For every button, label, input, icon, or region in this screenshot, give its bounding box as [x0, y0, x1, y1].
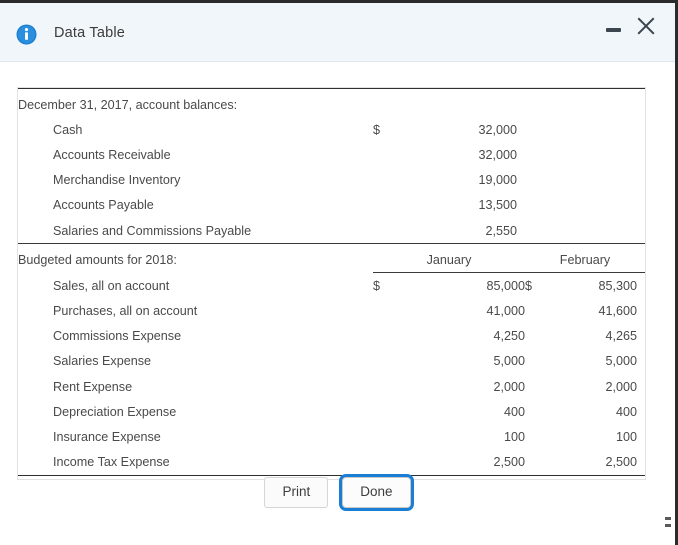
dialog-title: Data Table [54, 25, 126, 41]
row-value: 32,000 [478, 147, 517, 162]
row-value: 13,500 [478, 198, 517, 213]
row-value-feb: 85,300 [598, 278, 637, 293]
table-row: Depreciation Expense 400 400 [18, 399, 645, 424]
table-row: Commissions Expense 4,250 4,265 [18, 324, 645, 349]
row-value-feb: 41,600 [598, 304, 637, 319]
table-row: Accounts Payable 13,500 [18, 193, 645, 218]
row-label: Commissions Expense [53, 329, 182, 344]
row-value-jan: 41,000 [486, 304, 525, 319]
scrollbar-marker[interactable] [665, 517, 671, 531]
row-value-feb: 2,000 [605, 379, 637, 394]
row-label: Accounts Receivable [53, 147, 171, 162]
table-row: Accounts Receivable 32,000 [18, 142, 645, 167]
table-row: Merchandise Inventory 19,000 [18, 168, 645, 193]
row-currency-jan: $ [373, 278, 381, 293]
account-data-table: December 31, 2017, account balances: Cas… [18, 88, 645, 479]
table-row: Purchases, all on account 41,000 41,600 [18, 299, 645, 324]
row-currency-jan [373, 299, 407, 324]
row-currency-feb [525, 324, 551, 349]
row-currency [373, 218, 407, 244]
row-currency-feb [525, 299, 551, 324]
row-currency-jan [373, 349, 407, 374]
section-heading-row: December 31, 2017, account balances: [18, 92, 645, 117]
table-row: Income Tax Expense 2,500 2,500 [18, 450, 645, 476]
row-currency-feb [525, 349, 551, 374]
row-value-feb: 400 [615, 404, 637, 419]
row-currency-feb [525, 374, 551, 399]
row-value-feb: 4,265 [605, 329, 637, 344]
row-label: Insurance Expense [53, 430, 161, 445]
data-table-container: December 31, 2017, account balances: Cas… [17, 87, 646, 480]
row-currency-feb: $ [525, 278, 533, 293]
done-button[interactable]: Done [342, 477, 411, 508]
row-value-jan: 2,500 [493, 455, 525, 470]
row-currency-feb [525, 424, 551, 449]
info-icon [16, 24, 37, 45]
row-value: 19,000 [478, 173, 517, 188]
table-row: Cash $ 32,000 [18, 117, 645, 142]
table-row: Sales, all on account $ 85,000 $ 85,300 [18, 273, 645, 299]
section1-heading: December 31, 2017, account balances: [18, 97, 238, 112]
row-label: Rent Expense [53, 379, 133, 394]
table-row: Salaries Expense 5,000 5,000 [18, 349, 645, 374]
table-row: Insurance Expense 100 100 [18, 424, 645, 449]
row-value: 32,000 [478, 122, 517, 137]
table-row: Rent Expense 2,000 2,000 [18, 374, 645, 399]
close-icon[interactable] [635, 15, 657, 37]
column-header-january: January [373, 247, 525, 274]
row-value-jan: 2,000 [493, 379, 525, 394]
row-value-jan: 5,000 [493, 354, 525, 369]
row-label: Salaries and Commissions Payable [53, 223, 252, 238]
row-value-jan: 400 [503, 404, 525, 419]
row-currency-jan [373, 424, 407, 449]
row-value-jan: 4,250 [493, 329, 525, 344]
row-currency [373, 168, 407, 193]
section2-heading: Budgeted amounts for 2018: [18, 252, 177, 267]
row-label: Accounts Payable [53, 198, 154, 213]
row-value: 2,550 [485, 223, 517, 238]
row-currency-feb [525, 399, 551, 424]
table-row: Salaries and Commissions Payable 2,550 [18, 218, 645, 244]
row-currency-jan [373, 374, 407, 399]
print-button[interactable]: Print [264, 477, 329, 508]
row-value-feb: 2,500 [605, 455, 637, 470]
row-currency [373, 193, 407, 218]
row-label: Depreciation Expense [53, 404, 177, 419]
column-header-february: February [525, 247, 645, 274]
row-value-feb: 5,000 [605, 354, 637, 369]
row-value-jan: 85,000 [486, 278, 525, 293]
row-label: Purchases, all on account [53, 304, 198, 319]
row-label: Cash [53, 122, 83, 137]
row-currency [373, 142, 407, 167]
window-controls [606, 15, 657, 37]
row-label: Income Tax Expense [53, 455, 170, 470]
section2-heading-row: Budgeted amounts for 2018: January Febru… [18, 247, 645, 274]
dialog-body: December 31, 2017, account balances: Cas… [0, 62, 675, 545]
row-currency-jan [373, 324, 407, 349]
dialog-footer: Print Done [0, 477, 675, 508]
row-currency-jan [373, 450, 407, 476]
data-table-dialog: Data Table December 31, 2017, account ba… [0, 0, 678, 545]
row-currency-feb [525, 450, 551, 476]
row-value-feb: 100 [615, 430, 637, 445]
dialog-titlebar: Data Table [0, 3, 675, 62]
row-currency-jan [373, 399, 407, 424]
row-label: Salaries Expense [53, 354, 152, 369]
row-currency: $ [373, 122, 381, 137]
minimize-icon[interactable] [606, 19, 621, 34]
row-value-jan: 100 [503, 430, 525, 445]
row-label: Sales, all on account [53, 278, 170, 293]
row-label: Merchandise Inventory [53, 173, 181, 188]
